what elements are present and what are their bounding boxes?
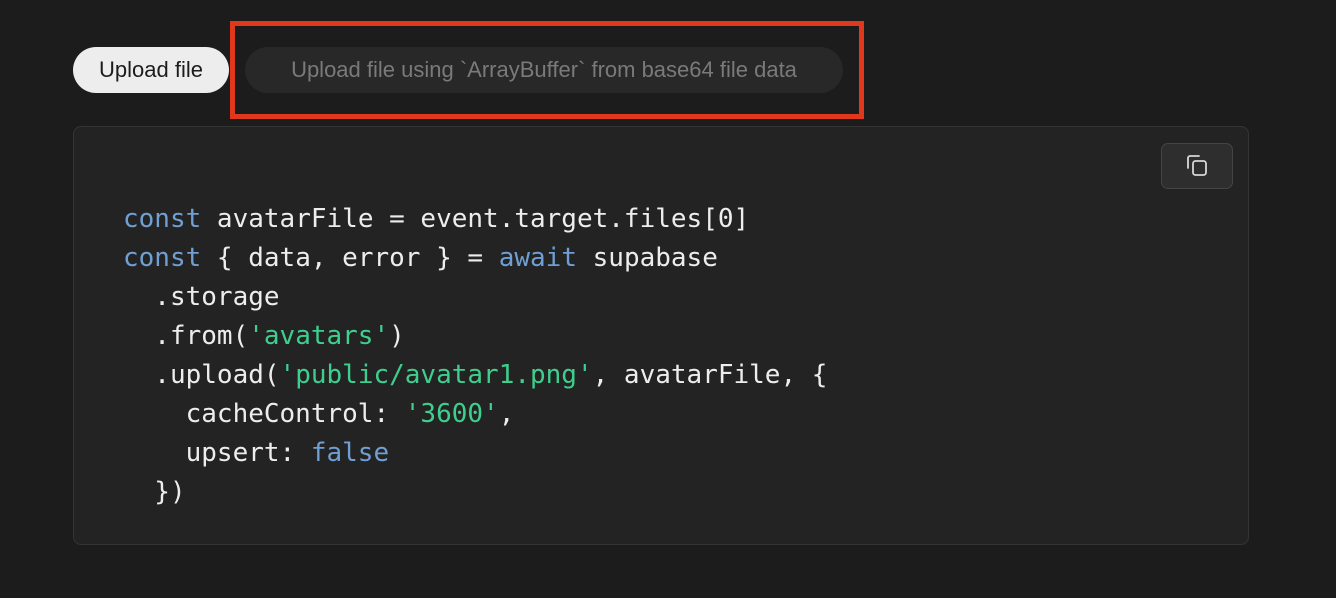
code-keyword: const <box>123 204 202 234</box>
code-string: 'avatars' <box>248 321 390 351</box>
code-keyword: await <box>498 243 577 273</box>
code-line: upsert: false <box>123 434 827 473</box>
code-string: '3600' <box>404 399 499 429</box>
code-text: , <box>498 399 515 429</box>
code-text: cacheControl: <box>123 399 405 429</box>
code-text: ) <box>389 321 405 351</box>
code-line: const { data, error } = await supabase <box>123 239 827 278</box>
code-example-page: Upload file Upload file using `ArrayBuff… <box>0 0 1336 598</box>
tab-upload-arraybuffer[interactable]: Upload file using `ArrayBuffer` from bas… <box>245 47 843 93</box>
code-line: .upload('public/avatar1.png', avatarFile… <box>123 356 827 395</box>
code-text: .upload( <box>123 360 280 390</box>
code-line: const avatarFile = event.target.files[0] <box>123 200 827 239</box>
code-line: .from('avatars') <box>123 317 827 356</box>
code-text: avatarFile = event.target.files[0] <box>201 204 750 234</box>
code-text: upsert: <box>123 438 311 468</box>
code-text: .storage <box>123 282 280 312</box>
code-text: .from( <box>123 321 249 351</box>
code-block: const avatarFile = event.target.files[0]… <box>123 200 827 512</box>
tab-upload-file[interactable]: Upload file <box>73 47 229 93</box>
code-text: , avatarFile, { <box>592 360 828 390</box>
code-text: }) <box>123 477 186 507</box>
copy-icon <box>1187 155 1207 176</box>
code-keyword: false <box>310 438 390 468</box>
code-line: }) <box>123 473 827 512</box>
code-text: { data, error } = <box>201 243 499 273</box>
code-line: cacheControl: '3600', <box>123 395 827 434</box>
code-string: 'public/avatar1.png' <box>279 360 593 390</box>
code-keyword: const <box>123 243 202 273</box>
code-line: .storage <box>123 278 827 317</box>
copy-button[interactable] <box>1161 143 1233 189</box>
code-panel: const avatarFile = event.target.files[0]… <box>73 126 1249 545</box>
code-text: supabase <box>576 243 718 273</box>
